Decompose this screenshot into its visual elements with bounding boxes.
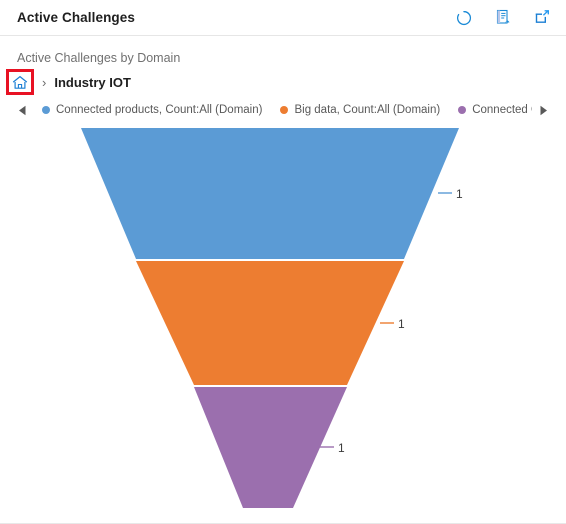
refresh-icon[interactable] <box>454 8 474 28</box>
legend-item-label: Big data, Count:All (Domain) <box>294 104 441 116</box>
home-icon <box>12 75 28 89</box>
breadcrumb-home-button[interactable] <box>6 69 34 95</box>
header-action-group <box>454 8 552 28</box>
chart-subtitle: Active Challenges by Domain <box>17 51 181 65</box>
legend-color-swatch-icon <box>42 106 50 114</box>
legend-item-connected-products[interactable]: Connected products, Count:All (Domain) <box>42 104 262 116</box>
funnel-data-label-1: 1 <box>456 187 463 201</box>
export-records-icon[interactable] <box>493 8 513 28</box>
chart-legend: Connected products, Count:All (Domain) B… <box>0 100 566 120</box>
legend-item-label: Connected products, Count:All (Domain) <box>56 104 263 116</box>
funnel-chart-plot-area: 1 1 1 <box>0 120 566 524</box>
breadcrumb-separator-icon: › <box>42 74 47 90</box>
funnel-data-label-2: 1 <box>398 317 405 331</box>
legend-color-swatch-icon <box>458 106 467 114</box>
funnel-segment-big-data[interactable] <box>136 261 404 385</box>
page-title: Active Challenges <box>17 10 135 25</box>
funnel-segment-connected-products[interactable] <box>81 128 459 259</box>
legend-item-connected-operations[interactable]: Connected Opera <box>458 104 532 116</box>
breadcrumb: › Industry IOT <box>6 69 131 95</box>
legend-scroll-right-icon[interactable] <box>532 100 556 120</box>
legend-item-big-data[interactable]: Big data, Count:All (Domain) <box>280 104 440 116</box>
legend-item-list: Connected products, Count:All (Domain) B… <box>42 104 532 116</box>
legend-scroll-left-icon[interactable] <box>10 100 34 120</box>
popout-icon[interactable] <box>532 8 552 28</box>
funnel-data-label-3: 1 <box>338 441 345 455</box>
breadcrumb-current-item: Industry IOT <box>54 74 131 90</box>
active-challenges-chart-panel: Active Challenges Active Challenges by D… <box>0 0 566 524</box>
legend-color-swatch-icon <box>280 106 289 114</box>
legend-item-label: Connected Opera <box>472 104 532 116</box>
panel-header: Active Challenges <box>0 0 566 36</box>
